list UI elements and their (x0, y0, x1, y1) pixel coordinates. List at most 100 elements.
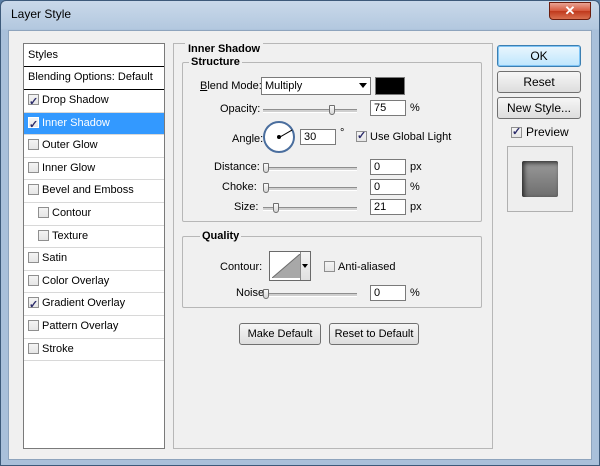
style-item-label: Inner Shadow (42, 116, 110, 129)
layer-style-dialog: Layer Style ✕ Styles Blending Options: D… (0, 0, 600, 466)
quality-title: Quality (200, 230, 242, 242)
opacity-slider-thumb[interactable] (329, 105, 335, 115)
reset-button[interactable]: Reset (497, 71, 581, 93)
distance-slider-thumb[interactable] (263, 163, 269, 173)
new-style-button[interactable]: New Style... (497, 97, 581, 119)
opacity-slider-track[interactable] (263, 105, 357, 115)
style-item-bevel-and-emboss[interactable]: Bevel and Emboss (24, 180, 164, 203)
style-item-satin[interactable]: Satin (24, 248, 164, 271)
style-item-drop-shadow[interactable]: Drop Shadow (24, 90, 164, 113)
style-checkbox[interactable] (28, 92, 39, 113)
noise-slider-thumb[interactable] (263, 289, 269, 299)
blend-mode-label: Blend Mode: (200, 80, 262, 92)
choke-slider-thumb[interactable] (263, 183, 269, 193)
shadow-color-swatch[interactable] (375, 77, 405, 95)
style-checkbox[interactable] (28, 139, 39, 151)
angle-input[interactable]: 30 (300, 129, 336, 145)
style-item-inner-glow[interactable]: Inner Glow (24, 158, 164, 181)
anti-aliased-label: Anti-aliased (338, 261, 396, 273)
close-button[interactable]: ✕ (549, 2, 591, 20)
style-item-label: Pattern Overlay (42, 319, 119, 332)
choke-unit: % (410, 181, 420, 193)
choke-slider-track[interactable] (263, 183, 357, 193)
structure-title: Structure (189, 56, 242, 68)
title-bar[interactable]: Layer Style ✕ (1, 1, 599, 29)
style-checkbox[interactable] (28, 319, 39, 331)
style-item-contour[interactable]: Contour (24, 203, 164, 226)
style-item-inner-shadow[interactable]: Inner Shadow (24, 112, 164, 136)
contour-label: Contour: (220, 261, 263, 273)
style-checkbox[interactable] (28, 295, 39, 316)
style-item-label: Outer Glow (42, 139, 98, 152)
anti-aliased-checkbox[interactable] (324, 261, 335, 272)
blend-mode-label-text: lend Mode: (207, 80, 262, 92)
style-item-label: Contour (52, 206, 92, 219)
size-slider-track[interactable] (263, 203, 357, 213)
contour-picker[interactable] (269, 251, 311, 281)
style-item-label: Bevel and Emboss (42, 184, 134, 197)
distance-input[interactable]: 0 (370, 159, 406, 175)
angle-dial[interactable] (263, 121, 295, 153)
style-item-outer-glow[interactable]: Outer Glow (24, 135, 164, 158)
style-item-gradient-overlay[interactable]: Gradient Overlay (24, 293, 164, 316)
style-item-label: Inner Glow (42, 161, 96, 174)
ok-button[interactable]: OK (497, 45, 581, 67)
preview-swatch (522, 161, 558, 197)
make-default-button[interactable]: Make Default (239, 323, 321, 345)
style-preview-thumbnail (507, 146, 573, 212)
styles-list: Styles Blending Options: Default Drop Sh… (23, 43, 165, 449)
style-item-label: Satin (42, 252, 68, 265)
styles-header[interactable]: Styles (24, 44, 164, 67)
style-item-label: Texture (52, 229, 89, 242)
style-checkbox[interactable] (28, 342, 39, 354)
preview-label: Preview (526, 125, 569, 139)
style-item-label: Drop Shadow (42, 94, 109, 106)
contour-dropdown-arrow[interactable] (300, 252, 310, 280)
style-checkbox[interactable] (28, 115, 39, 136)
opacity-input[interactable]: 75 (370, 100, 406, 116)
size-label: Size: (234, 201, 259, 213)
style-items: Drop Shadow Inner Shadow Outer Glow Inner G… (24, 90, 164, 362)
blend-mode-value: Multiply (265, 80, 303, 92)
style-item-label: Color Overlay (42, 274, 110, 287)
inner-shadow-title: Inner Shadow (185, 43, 264, 55)
size-input[interactable]: 21 (370, 199, 406, 215)
reset-to-default-button[interactable]: Reset to Default (329, 323, 419, 345)
contour-preview-icon (272, 254, 300, 278)
style-checkbox[interactable] (28, 252, 39, 264)
distance-label: Distance: (214, 161, 260, 173)
blend-mode-select[interactable]: Multiply (261, 77, 371, 95)
size-unit: px (410, 201, 422, 213)
structure-group: Structure Blend Mode: Multiply Opacity: … (182, 56, 482, 222)
close-icon: ✕ (564, 3, 576, 18)
dialog-body: Styles Blending Options: Default Drop Sh… (8, 30, 592, 460)
quality-group: Quality Contour: Anti-aliased Noise: 0 % (182, 230, 482, 308)
noise-unit: % (410, 287, 420, 299)
preview-checkbox[interactable] (511, 125, 522, 138)
noise-input[interactable]: 0 (370, 285, 406, 301)
style-checkbox[interactable] (28, 161, 39, 173)
blending-options-item[interactable]: Blending Options: Default (24, 67, 164, 90)
inner-shadow-panel: Inner Shadow Structure Blend Mode: Multi… (173, 43, 493, 449)
style-checkbox[interactable] (38, 206, 49, 218)
angle-unit: ° (340, 127, 345, 139)
distance-slider-track[interactable] (263, 163, 357, 173)
style-item-texture[interactable]: Texture (24, 226, 164, 249)
angle-dial-needle (279, 129, 293, 138)
window-title: Layer Style (11, 7, 72, 21)
use-global-light-checkbox[interactable] (356, 129, 367, 142)
style-item-pattern-overlay[interactable]: Pattern Overlay (24, 316, 164, 339)
opacity-unit: % (410, 102, 420, 114)
noise-slider-track[interactable] (263, 289, 357, 299)
angle-label: Angle: (232, 133, 264, 145)
style-checkbox[interactable] (28, 184, 39, 196)
style-item-color-overlay[interactable]: Color Overlay (24, 271, 164, 294)
style-item-label: Stroke (42, 342, 74, 355)
choke-input[interactable]: 0 (370, 179, 406, 195)
size-slider-thumb[interactable] (273, 203, 279, 213)
style-checkbox[interactable] (28, 274, 39, 286)
style-item-stroke[interactable]: Stroke (24, 339, 164, 362)
distance-unit: px (410, 161, 422, 173)
chevron-down-icon (359, 83, 367, 88)
style-checkbox[interactable] (38, 229, 49, 241)
